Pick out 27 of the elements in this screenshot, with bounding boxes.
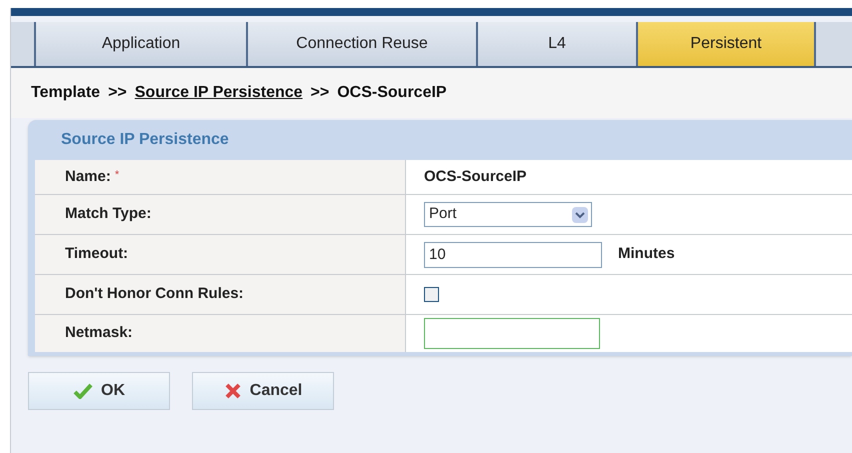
field-label: Don't Honor Conn Rules: [65, 284, 244, 304]
ok-button[interactable]: OK [28, 372, 170, 410]
field-label: Timeout: [65, 244, 128, 264]
breadcrumb-link[interactable]: Source IP Persistence [134, 81, 303, 105]
name-value: OCS-SourceIP [424, 166, 527, 187]
field-label: Match Type: [65, 204, 152, 224]
breadcrumb-text: >> [310, 83, 330, 103]
cancel-button[interactable]: Cancel [192, 372, 334, 410]
tab[interactable]: Connection Reuse [248, 22, 478, 66]
breadcrumb-text: Template [31, 83, 100, 103]
chevron-down-icon [572, 206, 588, 222]
breadcrumb-text: >> [108, 83, 127, 103]
checkmark-icon [73, 383, 93, 399]
breadcrumb-text: OCS-SourceIP [337, 83, 447, 103]
tab[interactable]: L4 [478, 22, 638, 66]
tab[interactable]: Persistent [638, 22, 816, 66]
x-icon [224, 382, 242, 400]
match-type-select[interactable]: Port [424, 202, 592, 227]
checkbox[interactable] [424, 287, 439, 302]
panel-title: Source IP Persistence [61, 130, 229, 150]
required-mark: * [114, 168, 120, 183]
timeout-field[interactable]: 10 [424, 242, 602, 268]
netmask-field[interactable] [424, 318, 600, 349]
tab[interactable]: Application [36, 22, 248, 66]
field-label: Name: [65, 166, 111, 187]
field-label: Netmask: [65, 323, 133, 344]
unit-label: Minutes [618, 244, 675, 264]
